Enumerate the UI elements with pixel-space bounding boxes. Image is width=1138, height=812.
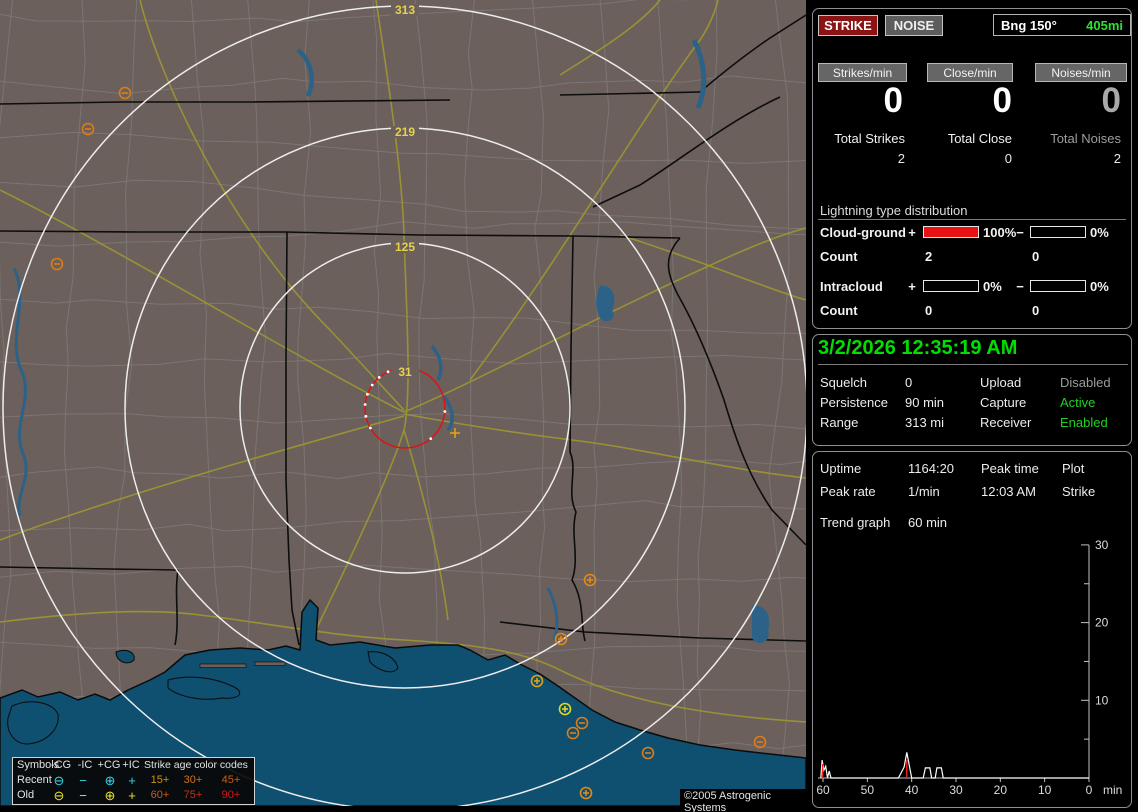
- svg-text:10: 10: [1095, 693, 1109, 707]
- minus-sign: −: [1016, 225, 1024, 240]
- strikes-per-min-value: 0: [883, 81, 903, 120]
- ic-negative-count: 0: [1032, 303, 1040, 318]
- legend-age-60: 60+: [150, 789, 170, 801]
- legend-age-15: 15+: [150, 774, 170, 786]
- total-strikes-label: Total Strikes: [834, 131, 905, 146]
- legend-symbol-glyph: ⊕: [104, 773, 116, 788]
- legend-symbol-glyph: +: [128, 773, 136, 788]
- ic-positive-bar: [923, 280, 979, 292]
- legend-col-ncg: -CG: [50, 759, 72, 771]
- ic-positive-pct: 0%: [983, 279, 1002, 294]
- svg-text:60: 60: [816, 783, 830, 797]
- capture-label: Capture: [980, 395, 1027, 410]
- noises-per-min-value: 0: [1101, 81, 1121, 120]
- ring-label: 219: [395, 125, 415, 139]
- copyright-text: ©2005 Astrogenic Systems: [680, 789, 806, 812]
- nexstorm-window: 313 219 125 31 Symbols -CG -IC +CG +IC Stri…: [0, 0, 1138, 812]
- legend-symbol-glyph: +: [128, 788, 136, 803]
- receiver-label: Receiver: [980, 415, 1032, 430]
- svg-text:20: 20: [1095, 616, 1109, 630]
- ring-label: 313: [395, 3, 415, 17]
- persistence-value: 90 min: [905, 395, 945, 410]
- upload-label: Upload: [980, 375, 1022, 390]
- intracloud-label: Intracloud: [820, 279, 883, 294]
- svg-text:0: 0: [1086, 783, 1093, 797]
- svg-text:20: 20: [994, 783, 1008, 797]
- noise-tab-button[interactable]: NOISE: [885, 15, 943, 36]
- bearing-range-value: 405mi: [1086, 17, 1123, 33]
- range-value: 313 mi: [905, 415, 945, 430]
- ic-negative-bar: [1030, 280, 1086, 292]
- cg-negative-count: 0: [1032, 249, 1040, 264]
- upload-value: Disabled: [1060, 375, 1111, 390]
- bearing-label: Bng 150°: [1001, 17, 1057, 33]
- total-close-label: Total Close: [947, 131, 1012, 146]
- total-noises-label: Total Noises: [1050, 131, 1121, 146]
- legend-symbol-glyph: ⊕: [104, 788, 116, 803]
- cg-positive-pct: 100%: [983, 225, 1017, 240]
- lightning-map[interactable]: 313 219 125 31 Symbols -CG -IC +CG +IC Stri…: [0, 0, 866, 812]
- ic-count-label: Count: [820, 303, 858, 318]
- map-svg[interactable]: 313 219 125 31: [0, 0, 866, 812]
- svg-text:30: 30: [1095, 538, 1109, 552]
- cg-negative-bar: [1030, 226, 1086, 238]
- legend-col-nic: -IC: [77, 759, 93, 771]
- close-per-min-chip: Close/min: [927, 63, 1013, 82]
- legend-age-90: 90+: [221, 789, 241, 801]
- svg-text:10: 10: [1038, 783, 1052, 797]
- legend-age-header: Strike age color codes: [144, 759, 248, 771]
- plus-sign: +: [908, 225, 916, 240]
- squelch-label: Squelch: [820, 375, 867, 390]
- legend-symbol-glyph: ⊖: [53, 773, 65, 788]
- legend-col-pcg: +CG: [97, 759, 121, 771]
- noises-per-min-chip: Noises/min: [1035, 63, 1127, 82]
- cloud-ground-label: Cloud-ground: [820, 225, 906, 240]
- cg-negative-pct: 0%: [1090, 225, 1109, 240]
- svg-text:min: min: [1103, 783, 1122, 797]
- ic-positive-count: 0: [925, 303, 933, 318]
- legend-age-45: 45+: [221, 774, 241, 786]
- legend-symbol-glyph: −: [79, 773, 87, 788]
- total-strikes-value: 2: [897, 151, 905, 166]
- legend-age-30: 30+: [183, 774, 203, 786]
- legend-symbol-glyph: −: [79, 788, 87, 803]
- cg-positive-count: 2: [925, 249, 933, 264]
- strike-tab-button[interactable]: STRIKE: [818, 15, 878, 36]
- squelch-value: 0: [905, 375, 913, 390]
- trend-series-strike-rate: [820, 752, 1089, 779]
- close-per-min-value: 0: [992, 81, 1012, 120]
- cg-positive-bar: [923, 226, 979, 238]
- persistence-label: Persistence: [820, 395, 888, 410]
- svg-text:50: 50: [861, 783, 875, 797]
- svg-text:30: 30: [949, 783, 963, 797]
- range-label: Range: [820, 415, 859, 430]
- distribution-title: Lightning type distribution: [820, 203, 968, 218]
- minus-sign: −: [1016, 279, 1024, 294]
- datetime-display: 3/2/2026 12:35:19 AM: [818, 337, 1018, 359]
- legend-row-old-label: Old: [17, 789, 35, 801]
- legend-age-75: 75+: [183, 789, 203, 801]
- ring-label: 31: [398, 365, 412, 379]
- cg-count-label: Count: [820, 249, 858, 264]
- strikes-per-min-chip: Strikes/min: [818, 63, 907, 82]
- svg-text:40: 40: [905, 783, 919, 797]
- capture-value: Active: [1060, 395, 1096, 410]
- total-noises-value: 2: [1113, 151, 1121, 166]
- ic-negative-pct: 0%: [1090, 279, 1109, 294]
- legend-symbol-glyph: ⊖: [53, 788, 65, 803]
- ring-label: 125: [395, 240, 415, 254]
- bearing-range-display: Bng 150° 405mi: [993, 14, 1131, 36]
- receiver-value: Enabled: [1060, 415, 1108, 430]
- plus-sign: +: [908, 279, 916, 294]
- total-close-value: 0: [1004, 151, 1012, 166]
- trend-graph: 10 20 30 60 50 40 30 20 10 0 min: [816, 538, 1122, 797]
- map-legend: Symbols -CG -IC +CG +IC Strike age color…: [12, 757, 255, 805]
